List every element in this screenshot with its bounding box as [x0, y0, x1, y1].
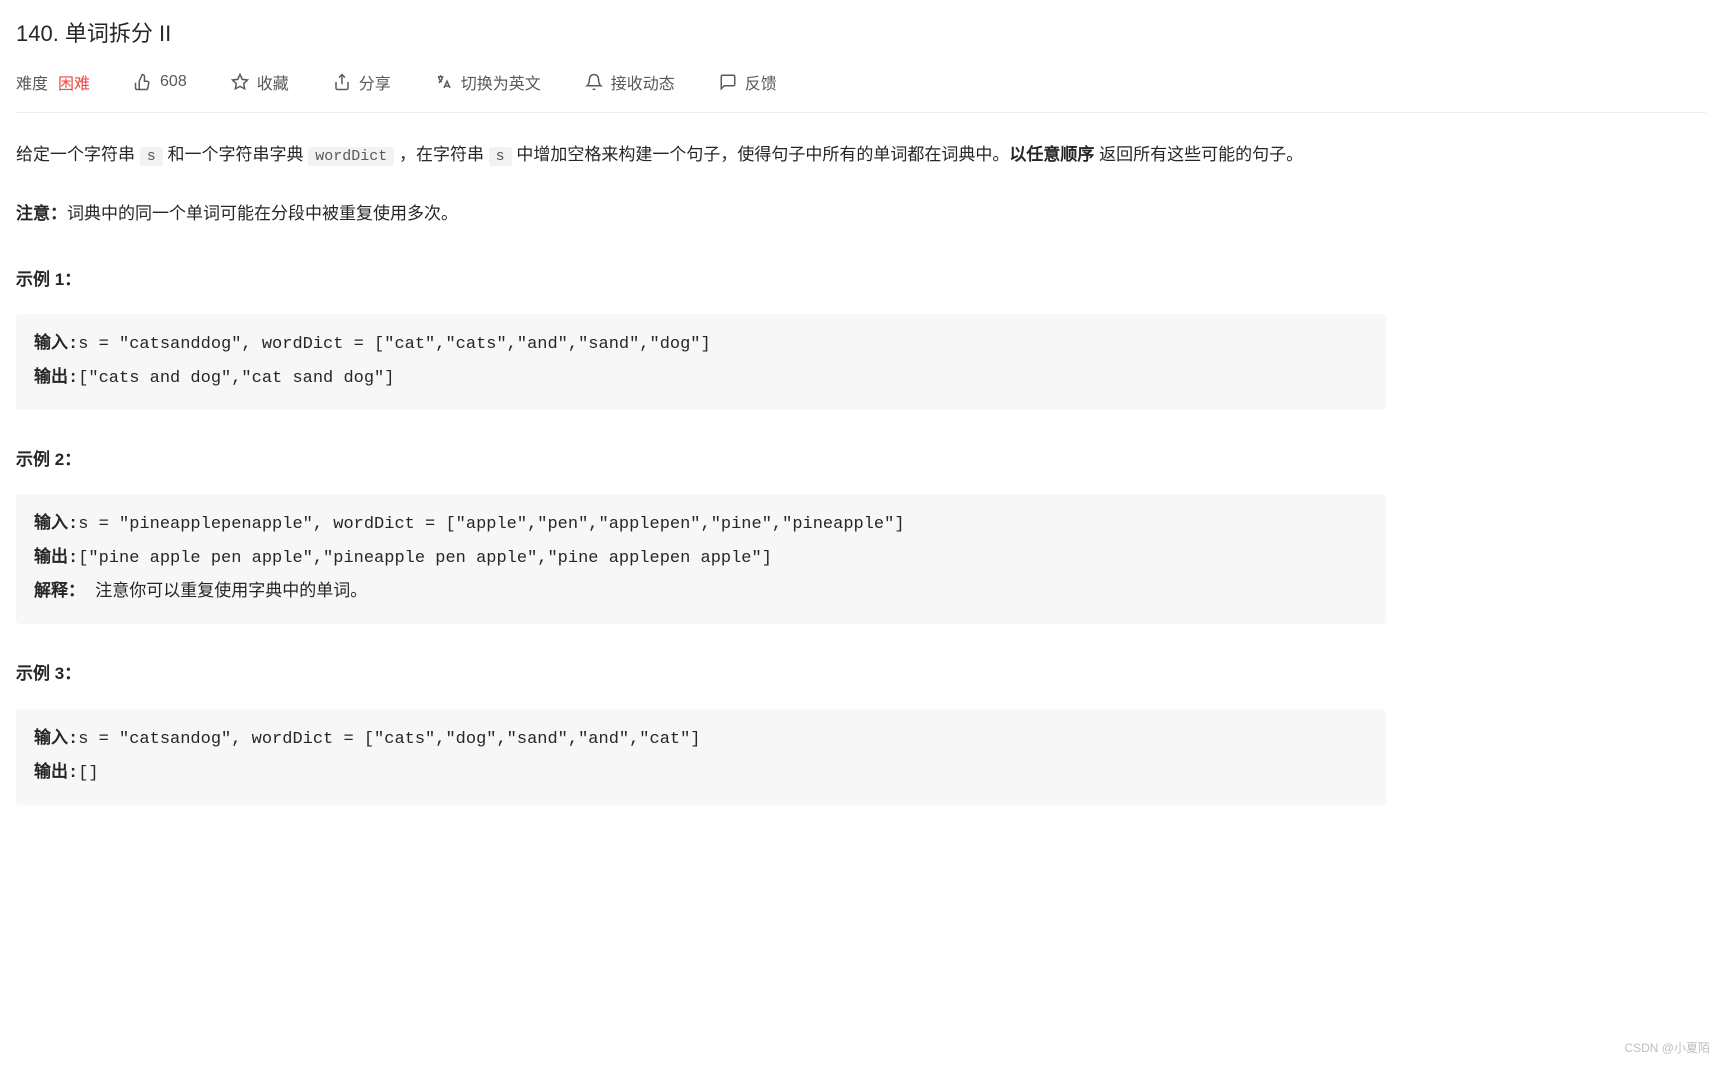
difficulty: 难度 困难 [16, 70, 90, 94]
example-code-block: 输入:s = "catsanddog", wordDict = ["cat","… [16, 314, 1386, 410]
watermark: CSDN @小夏陌 [1624, 1039, 1710, 1056]
code-worddict: wordDict [308, 147, 394, 166]
description-p1: 给定一个字符串 s 和一个字符串字典 wordDict ，在字符串 s 中增加空… [16, 139, 1386, 172]
description-p2: 注意：词典中的同一个单词可能在分段中被重复使用多次。 [16, 198, 1386, 230]
code-s: s [140, 147, 163, 166]
text: 中增加空格来构建一个句子，使得句子中所有的单词都在词典中。 [512, 145, 1010, 164]
code-line-label: 输出: [34, 369, 78, 388]
code-line-text: s = "catsanddog", wordDict = ["cat","cat… [78, 335, 711, 354]
favorite-button[interactable]: 收藏 [231, 70, 289, 94]
feedback-button[interactable]: 反馈 [719, 70, 777, 94]
subscribe-label: 接收动态 [611, 70, 675, 94]
text: 返回所有这些可能的句子。 [1094, 145, 1303, 164]
code-line-label: 输入: [34, 335, 78, 354]
code-line-text: ["pine apple pen apple","pineapple pen a… [78, 549, 772, 568]
example-label: 示例 1： [16, 264, 1386, 296]
text: 给定一个字符串 [16, 145, 140, 164]
code-line-label: 输出: [34, 764, 78, 783]
code-line-label: 解释： [34, 583, 85, 602]
problem-description: 给定一个字符串 s 和一个字符串字典 wordDict ，在字符串 s 中增加空… [16, 139, 1386, 805]
code-line-text: s = "catsandog", wordDict = ["cats","dog… [78, 730, 700, 749]
example-label: 示例 2： [16, 444, 1386, 476]
feedback-label: 反馈 [745, 70, 777, 94]
note-label: 注意： [16, 204, 67, 223]
difficulty-value: 困难 [58, 70, 90, 94]
message-icon [719, 73, 737, 91]
likes-count: 608 [160, 73, 187, 91]
translate-button[interactable]: 切换为英文 [435, 70, 541, 94]
example-label: 示例 3： [16, 658, 1386, 690]
thumbs-up-icon [134, 73, 152, 91]
translate-label: 切换为英文 [461, 70, 541, 94]
favorite-label: 收藏 [257, 70, 289, 94]
code-line-text: ["cats and dog","cat sand dog"] [78, 369, 394, 388]
page-title: 140. 单词拆分 II [16, 16, 1706, 48]
code-line-text: s = "pineapplepenapple", wordDict = ["ap… [78, 515, 904, 534]
translate-icon [435, 73, 453, 91]
code-line-label: 输出: [34, 549, 78, 568]
text: ，在字符串 [394, 145, 488, 164]
toolbar: 难度 困难 608 收藏 分享 切换为英文 接收动态 反 [16, 70, 1706, 113]
note-text: 词典中的同一个单词可能在分段中被重复使用多次。 [67, 204, 458, 223]
code-s: s [489, 147, 512, 166]
share-label: 分享 [359, 70, 391, 94]
subscribe-button[interactable]: 接收动态 [585, 70, 675, 94]
code-line-text: 注意你可以重复使用字典中的单词。 [85, 583, 367, 602]
code-line-label: 输入: [34, 515, 78, 534]
bold-text: 以任意顺序 [1009, 145, 1094, 164]
star-icon [231, 73, 249, 91]
share-icon [333, 73, 351, 91]
text: 和一个字符串字典 [163, 145, 308, 164]
code-line-label: 输入: [34, 730, 78, 749]
example-code-block: 输入:s = "pineapplepenapple", wordDict = [… [16, 494, 1386, 624]
share-button[interactable]: 分享 [333, 70, 391, 94]
bell-icon [585, 73, 603, 91]
likes-button[interactable]: 608 [134, 73, 187, 91]
code-line-text: [] [78, 764, 98, 783]
example-code-block: 输入:s = "catsandog", wordDict = ["cats","… [16, 709, 1386, 805]
difficulty-label: 难度 [16, 70, 48, 94]
